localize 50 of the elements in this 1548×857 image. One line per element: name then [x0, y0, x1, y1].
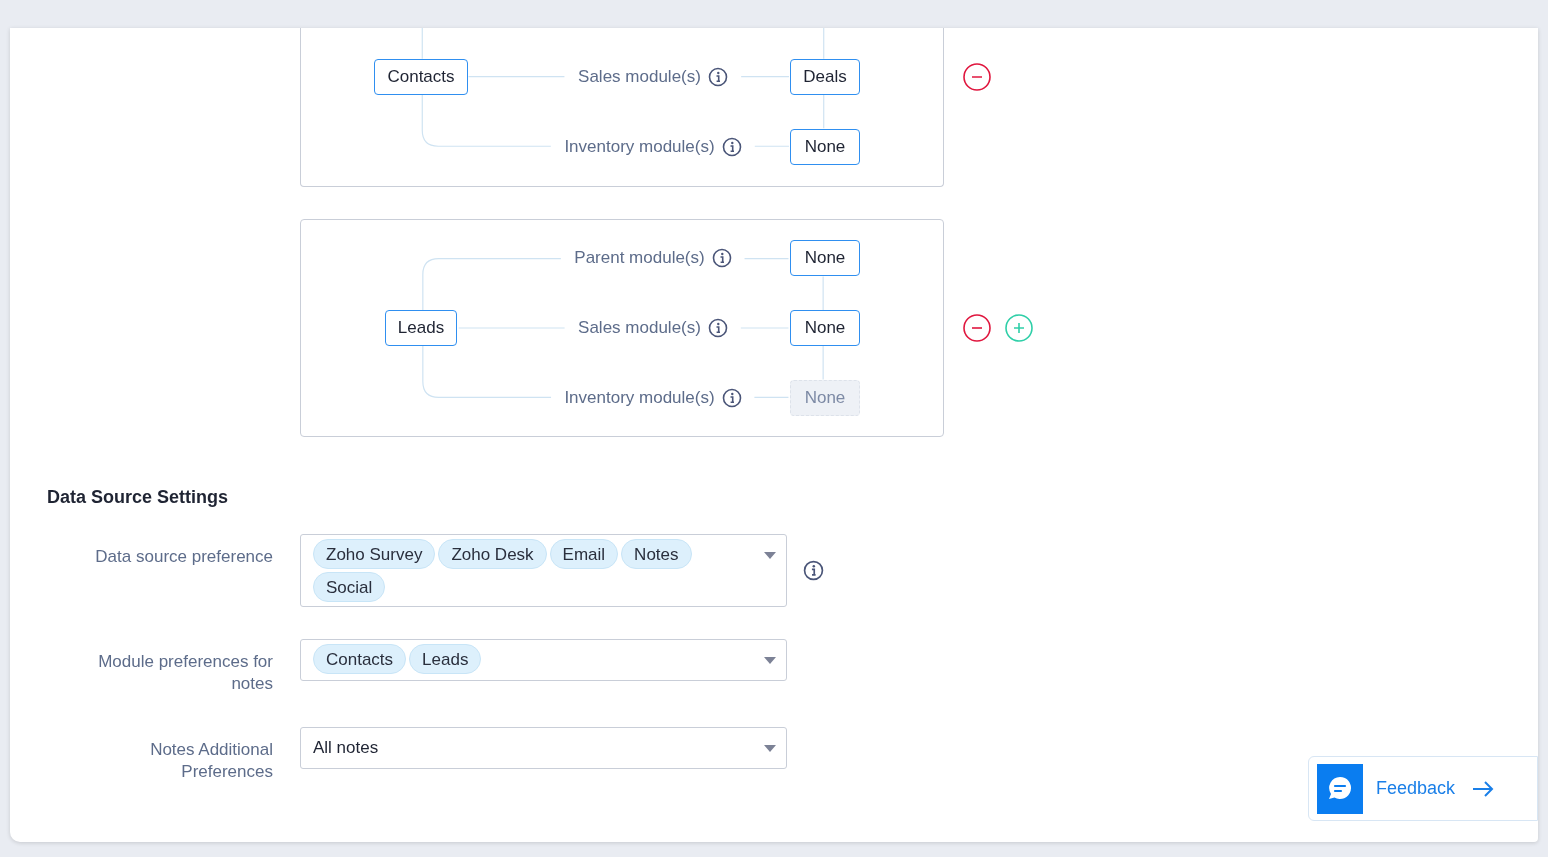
multi-select-field[interactable]: Zoho Survey Zoho Desk Email Notes Social — [300, 534, 787, 607]
target-module-node[interactable]: Deals — [790, 59, 860, 95]
connector-line — [822, 275, 824, 311]
target-module-node: None — [790, 380, 860, 416]
info-icon[interactable] — [721, 137, 742, 157]
connector-line — [754, 145, 790, 147]
remove-icon[interactable] — [962, 62, 992, 92]
source-module-node[interactable]: Leads — [384, 310, 458, 346]
arrow-right-icon[interactable] — [1472, 780, 1495, 797]
caret-icon — [764, 657, 776, 664]
selected-chip: Zoho Desk — [438, 539, 547, 569]
module-label: Sales module(s) — [578, 67, 701, 87]
connector-line — [421, 28, 423, 60]
field-label: Notes Additional Preferences — [149, 739, 274, 783]
caret-icon — [764, 745, 776, 752]
info-icon[interactable] — [803, 560, 824, 581]
target-module-node[interactable]: None — [790, 240, 860, 276]
caret-icon — [764, 552, 776, 559]
source-module-node[interactable]: Contacts — [374, 59, 468, 95]
multi-select-field[interactable]: Contacts Leads — [300, 639, 787, 681]
module-label: Sales module(s) — [578, 318, 701, 338]
module-label: Inventory module(s) — [564, 388, 715, 408]
remove-icon[interactable] — [962, 313, 992, 343]
selected-chip: Social — [313, 572, 386, 602]
selected-chip: Zoho Survey — [313, 539, 436, 569]
info-icon[interactable] — [721, 388, 742, 408]
info-icon[interactable] — [707, 67, 728, 87]
info-icon[interactable] — [707, 318, 728, 338]
selected-value: All notes — [313, 737, 379, 759]
chat-bubble-icon[interactable] — [1317, 763, 1363, 814]
module-label: Parent module(s) — [574, 248, 705, 268]
connector-line — [740, 76, 790, 78]
selected-chip: Contacts — [313, 644, 407, 674]
field-label: Module preferences for notes — [97, 651, 274, 695]
selected-chip: Notes — [621, 539, 692, 569]
info-icon[interactable] — [711, 248, 732, 268]
connector-line — [823, 28, 825, 60]
target-module-node[interactable]: None — [790, 129, 860, 165]
select-field[interactable]: All notes — [300, 727, 787, 769]
connector-line — [822, 345, 824, 381]
feedback-link[interactable]: Feedback — [1376, 778, 1456, 799]
connector-line — [823, 94, 825, 129]
section-title: Data Source Settings — [47, 487, 230, 508]
selected-chip: Email — [549, 539, 619, 569]
selected-chip: Leads — [409, 644, 482, 674]
target-module-node[interactable]: None — [790, 310, 860, 346]
field-label: Data source preference — [94, 546, 274, 568]
connector-line — [753, 396, 790, 398]
connector-line — [743, 258, 790, 260]
module-label: Inventory module(s) — [564, 137, 715, 157]
